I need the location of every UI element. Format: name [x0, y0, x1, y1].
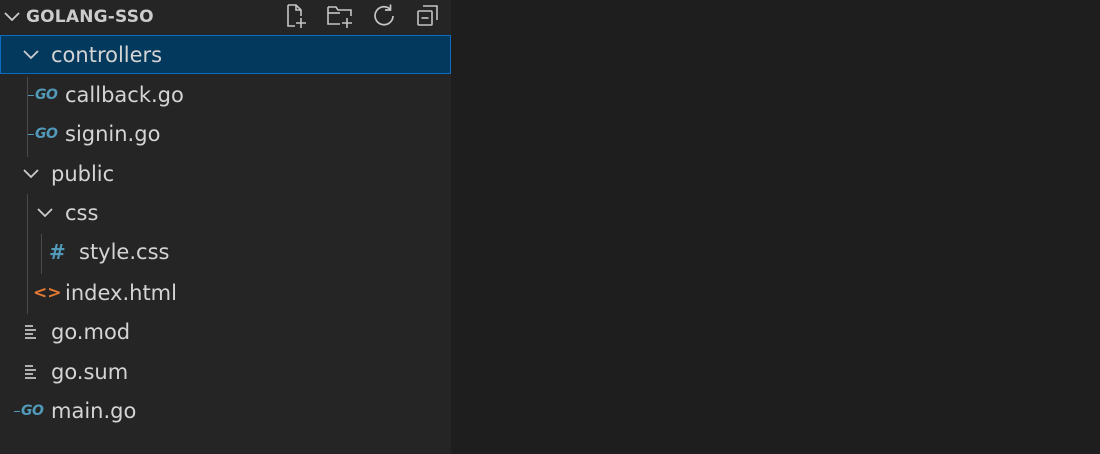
tree-item-label: main.go — [51, 399, 137, 423]
tree-item-label: public — [51, 162, 115, 186]
tree-item-go-mod[interactable]: go.mod — [0, 312, 451, 351]
tree-item-controllers[interactable]: controllers — [0, 35, 451, 74]
new-folder-icon[interactable] — [326, 2, 354, 30]
explorer-header[interactable]: GOLANG-SSO — [0, 0, 451, 34]
tree-item-label: controllers — [51, 43, 163, 67]
tree-item-label: style.css — [79, 240, 170, 264]
text-file-icon — [23, 312, 39, 351]
chevron-down-icon — [20, 35, 42, 74]
html-file-icon: <> — [33, 282, 62, 303]
tree-item-main-go[interactable]: GO main.go — [0, 391, 451, 430]
explorer-actions — [282, 2, 442, 30]
collapse-all-icon[interactable] — [414, 2, 442, 30]
tree-item-label: index.html — [65, 281, 177, 305]
go-file-icon: GO — [27, 125, 58, 142]
tree-item-label: go.mod — [51, 320, 131, 344]
go-file-icon: GO — [27, 86, 58, 103]
css-file-icon: # — [49, 239, 66, 264]
tree-item-label: go.sum — [51, 360, 129, 384]
tree-item-index-html[interactable]: <> index.html — [0, 273, 451, 312]
tree-item-style-css[interactable]: # style.css — [0, 232, 451, 271]
tree-item-go-sum[interactable]: go.sum — [0, 352, 451, 391]
refresh-icon[interactable] — [370, 2, 398, 30]
tree-item-callback-go[interactable]: GO callback.go — [0, 75, 451, 114]
chevron-down-icon — [20, 154, 42, 193]
editor-area — [452, 0, 1100, 454]
tree-item-css[interactable]: css — [0, 193, 451, 232]
go-file-icon: GO — [13, 402, 44, 419]
project-title: GOLANG-SSO — [26, 7, 154, 27]
tree-item-signin-go[interactable]: GO signin.go — [0, 114, 451, 153]
tree-item-label: signin.go — [65, 122, 161, 146]
tree-item-public[interactable]: public — [0, 154, 451, 193]
explorer-panel: GOLANG-SSO controllers GO callback.go GO… — [0, 0, 452, 454]
chevron-down-icon[interactable] — [1, 6, 23, 32]
chevron-down-icon — [34, 193, 56, 232]
tree-item-label: css — [65, 201, 99, 225]
tree-item-label: callback.go — [65, 83, 184, 107]
text-file-icon — [23, 352, 39, 391]
new-file-icon[interactable] — [282, 2, 310, 30]
